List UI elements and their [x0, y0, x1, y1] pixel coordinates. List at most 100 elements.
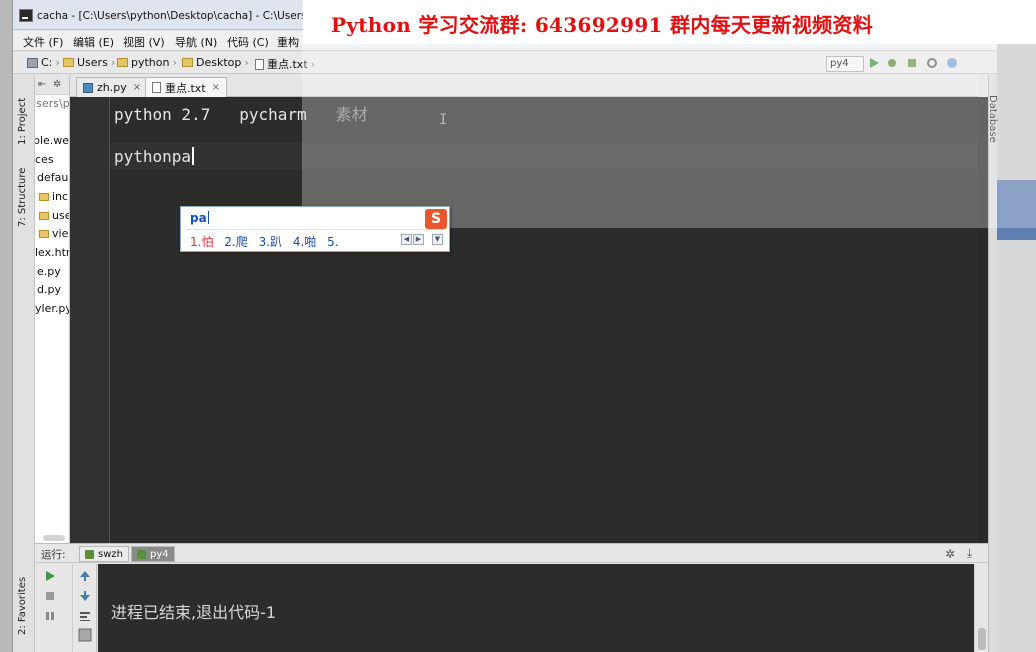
- menu-navigate[interactable]: 导航 (N): [175, 34, 217, 50]
- ime-candidate-list: 1.怕 2.爬 3.趴 4.啪 5.: [190, 233, 346, 250]
- menu-file[interactable]: 文件 (F): [23, 34, 63, 50]
- stop-icon[interactable]: [44, 590, 56, 602]
- chevron-right-icon: ›: [110, 56, 116, 69]
- run-toolbar-secondary: [73, 564, 97, 652]
- tab-label: 重点.txt: [165, 81, 206, 95]
- console-output: 进程已结束,退出代码-1: [111, 603, 277, 622]
- run-tab-py4[interactable]: py4: [131, 546, 175, 562]
- ime-composition: pa: [190, 211, 209, 225]
- run-toolbar-primary: [35, 564, 73, 652]
- project-scrollbar[interactable]: [43, 535, 65, 541]
- folder-icon: [39, 192, 49, 201]
- breadcrumb-item-drive[interactable]: C: ›: [27, 56, 60, 69]
- hide-panel-icon[interactable]: ⤓: [967, 546, 972, 561]
- ime-candidate-1[interactable]: 1.怕: [190, 235, 213, 249]
- folder-label: vie: [52, 227, 69, 240]
- tool-window-structure[interactable]: 7: Structure: [17, 168, 28, 227]
- pause-icon[interactable]: [44, 610, 56, 622]
- project-tree-folder[interactable]: use: [39, 209, 70, 222]
- left-tool-strip: 1: Project 7: Structure 2: Favorites: [13, 75, 35, 652]
- run-console[interactable]: 进程已结束,退出代码-1: [98, 564, 974, 652]
- settings-icon[interactable]: ✲: [53, 79, 61, 90]
- chevron-right-icon: ›: [172, 56, 177, 69]
- desktop-background-right: [996, 180, 1036, 652]
- print-icon[interactable]: [78, 628, 92, 642]
- project-tree-item[interactable]: e.py: [37, 265, 61, 278]
- project-tree-folder[interactable]: inc: [39, 190, 68, 203]
- breadcrumb-item-users[interactable]: Users ›: [63, 56, 115, 69]
- folder-icon: [117, 58, 128, 67]
- breadcrumb-label: Desktop: [196, 56, 242, 69]
- tool-window-project[interactable]: 1: Project: [17, 98, 28, 145]
- menu-code[interactable]: 代码 (C): [227, 34, 269, 50]
- folder-icon: [39, 229, 49, 238]
- run-tab-label: swzh: [98, 548, 123, 560]
- sogou-logo-icon: S: [425, 209, 447, 229]
- gear-icon[interactable]: ✲: [945, 547, 955, 561]
- scrollbar-thumb[interactable]: [978, 628, 986, 650]
- ime-candidate-4[interactable]: 4.啪: [293, 235, 316, 249]
- arrow-up-icon[interactable]: [79, 570, 91, 582]
- breadcrumb-item-python[interactable]: python ›: [117, 56, 177, 69]
- close-icon[interactable]: ×: [133, 82, 141, 93]
- python-run-icon: [137, 549, 146, 559]
- editor-gutter: [70, 97, 110, 543]
- ime-menu-chevron-icon[interactable]: ▼: [432, 234, 443, 245]
- pycharm-app-icon[interactable]: [19, 9, 33, 22]
- run-tab-label: py4: [150, 548, 169, 560]
- drive-icon: [27, 57, 38, 68]
- project-tree-folder[interactable]: vie: [39, 227, 68, 240]
- ime-next-page-icon[interactable]: ▶: [413, 234, 424, 245]
- breadcrumb-item-desktop[interactable]: Desktop ›: [182, 56, 249, 69]
- run-panel-header: 运行: swzh py4 ✲ ⤓: [35, 543, 997, 563]
- ime-prev-page-icon[interactable]: ◀: [401, 234, 412, 245]
- project-panel-header: ⇤ ✲: [35, 75, 69, 95]
- close-icon[interactable]: ×: [212, 82, 220, 93]
- ime-candidate-window: pa S 1.怕 2.爬 3.趴 4.啪 5. ◀ ▶ ▼: [180, 206, 450, 252]
- promo-banner: Python 学习交流群: 643692991 群内每天更新视频资料: [303, 0, 1036, 44]
- text-caret: [192, 147, 195, 165]
- python-file-icon: [83, 82, 93, 93]
- desktop-background-left: [0, 0, 12, 652]
- project-tree-item[interactable]: ces: [35, 153, 54, 166]
- menu-view[interactable]: 视图 (V): [123, 34, 165, 50]
- project-tree-item[interactable]: d.py: [37, 283, 61, 296]
- chevron-right-icon: ›: [55, 56, 60, 69]
- menu-refactor[interactable]: 重构: [277, 34, 299, 50]
- arrow-down-icon[interactable]: [79, 590, 91, 602]
- tab-zh-py[interactable]: zh.py ×: [76, 77, 149, 97]
- tab-notes-txt[interactable]: 重点.txt ×: [145, 77, 228, 97]
- project-panel: ⇤ ✲ Jsers\py ple.we ces defau inc use vi…: [35, 75, 70, 543]
- tool-window-favorites[interactable]: 2: Favorites: [17, 577, 28, 635]
- text-file-icon: [255, 58, 264, 70]
- window-title: cacha - [C:\Users\python\Desktop\cacha] …: [37, 10, 341, 22]
- code-text: pythonpa: [114, 147, 192, 166]
- project-tree-item[interactable]: lex.htr: [35, 246, 69, 259]
- ime-candidate-5[interactable]: 5.: [327, 235, 338, 249]
- breadcrumb-label: python: [131, 56, 170, 69]
- ime-candidate-2[interactable]: 2.爬: [224, 235, 247, 249]
- run-tab-swzh[interactable]: swzh: [79, 546, 129, 562]
- project-tree-item[interactable]: yler.py: [35, 302, 69, 315]
- ime-candidate-3[interactable]: 3.趴: [259, 235, 282, 249]
- ime-divider: [185, 229, 445, 230]
- console-scrollbar[interactable]: [974, 564, 988, 652]
- folder-icon: [182, 58, 193, 67]
- code-line-2: pythonpa: [114, 147, 195, 166]
- collapse-icon[interactable]: ⇤: [38, 79, 46, 90]
- project-tree-item[interactable]: defau: [37, 171, 68, 184]
- menu-edit[interactable]: 编辑 (E): [73, 34, 114, 50]
- tab-label: zh.py: [97, 81, 127, 94]
- folder-label: use: [52, 209, 70, 222]
- ime-caret: [207, 211, 209, 224]
- ime-composition-text: pa: [190, 211, 207, 225]
- breadcrumb-label: Users: [77, 56, 108, 69]
- rerun-icon[interactable]: [44, 570, 56, 582]
- folder-label: inc: [52, 190, 69, 203]
- folder-icon: [39, 211, 49, 220]
- breadcrumb-label: C:: [41, 56, 53, 69]
- project-tree-item[interactable]: ple.we: [35, 134, 69, 147]
- chevron-right-icon: ›: [244, 56, 249, 69]
- soft-wrap-icon[interactable]: [79, 610, 91, 622]
- folder-icon: [63, 58, 74, 67]
